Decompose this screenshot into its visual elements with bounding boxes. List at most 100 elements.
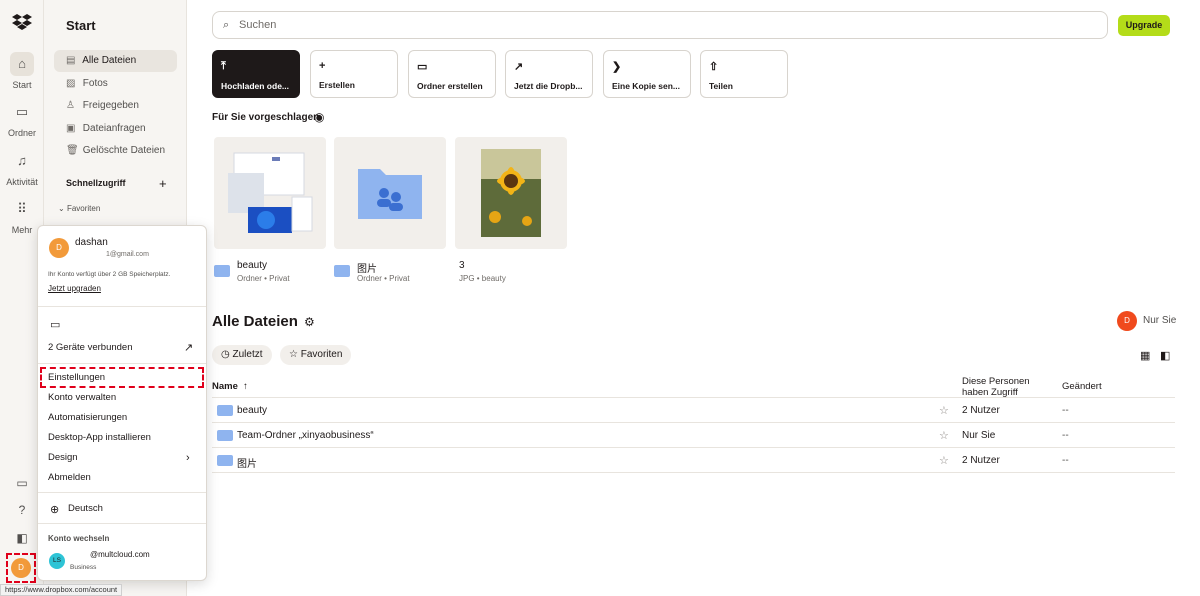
owner-label: Nur Sie — [1143, 315, 1177, 326]
install-desktop-app-item[interactable]: Desktop-App installieren — [48, 432, 151, 443]
sidebar-item-all-files[interactable]: ▤ Alle Dateien — [54, 50, 177, 72]
suggested-card-image-3[interactable] — [455, 137, 567, 249]
other-account-email[interactable]: @multcloud.com — [90, 550, 150, 559]
filter-recent[interactable]: ◷ Zuletzt — [212, 345, 272, 365]
upgrade-button[interactable]: Upgrade — [1118, 15, 1170, 36]
arrow-up-icon: ↑ — [240, 381, 248, 392]
divider — [212, 447, 1175, 448]
star-icon[interactable]: ☆ — [939, 454, 949, 467]
status-bar-url: https://www.dropbox.com/account — [0, 584, 123, 596]
suggested-card-pictures[interactable] — [334, 137, 446, 249]
transfer-icon: ❯ — [612, 61, 622, 73]
card-meta: Ordner • Privat — [237, 274, 290, 283]
chevron-down-icon: ⌄ — [58, 204, 65, 213]
search-icon: ⌕ — [223, 19, 230, 31]
owner-avatar: D — [1117, 311, 1137, 331]
file-row-modified: -- — [1062, 405, 1069, 416]
card-meta: Ordner • Privat — [357, 274, 410, 283]
card-name[interactable]: 3 — [459, 260, 465, 271]
upload-button[interactable]: ⤒ Hochladen ode... — [212, 50, 300, 98]
card-meta: JPG • beauty — [459, 274, 506, 283]
user-name: dashan — [75, 237, 108, 248]
filter-favorites[interactable]: ☆ Favoriten — [280, 345, 352, 365]
grid-icon: ⠿ — [17, 201, 27, 216]
favorites-label: Favoriten — [66, 204, 101, 213]
external-link-icon: ↗ — [514, 61, 524, 73]
folder-icon: ▭ — [15, 104, 29, 119]
open-dropbox-button[interactable]: ↗ Jetzt die Dropb... — [505, 50, 593, 98]
file-icon: ▤ — [66, 55, 76, 66]
send-copy-button[interactable]: ❯ Eine Kopie sen... — [603, 50, 691, 98]
avatar[interactable]: LS — [49, 553, 65, 569]
monitor-icon[interactable]: ▭ — [12, 473, 32, 493]
share-icon: ⇧ — [709, 61, 719, 73]
rail-label: Mehr — [11, 225, 33, 235]
connected-devices-item[interactable]: 2 Geräte verbunden — [48, 342, 133, 353]
file-row-name[interactable]: beauty — [237, 405, 267, 416]
user-email: 1@gmail.com — [106, 251, 149, 258]
account-avatar[interactable]: D — [11, 558, 31, 578]
file-row-name[interactable]: Team-Ordner „xinyaobusiness“ — [237, 430, 374, 441]
rail-label: Ordner — [7, 128, 36, 138]
panel-toggle-icon[interactable]: ◧ — [12, 528, 32, 548]
sidebar-item-shared[interactable]: ♙ Freigegeben — [54, 95, 177, 117]
image-icon: ▨ — [66, 78, 76, 89]
file-row-modified: -- — [1062, 455, 1069, 466]
action-label: Jetzt die Dropb... — [514, 81, 583, 91]
dropbox-logo-icon[interactable] — [12, 12, 32, 32]
globe-icon: ⊕ — [50, 504, 60, 516]
storage-info: Ihr Konto verfügt über 2 GB Speicherplat… — [48, 271, 171, 278]
design-item[interactable]: Design — [48, 452, 78, 463]
manage-account-item[interactable]: Konto verwalten — [48, 392, 116, 403]
folder-icon — [217, 430, 233, 441]
card-name[interactable]: beauty — [237, 260, 267, 271]
rail-item-activity[interactable]: ♫ Aktivität — [0, 149, 44, 187]
rail-item-folders[interactable]: ▭ Ordner — [0, 100, 44, 138]
divider — [38, 492, 206, 493]
upgrade-link[interactable]: Jetzt upgraden — [48, 284, 101, 293]
column-header-name[interactable]: Name ↑ — [212, 381, 248, 392]
chip-label: Zuletzt — [232, 349, 263, 360]
file-row-name[interactable]: 图片 — [237, 455, 257, 470]
favorites-toggle[interactable]: ⌄ Favoriten — [58, 204, 100, 213]
column-label: Name — [212, 381, 238, 392]
gear-icon[interactable]: ⚙ — [304, 315, 315, 329]
divider — [212, 472, 1175, 473]
star-icon[interactable]: ☆ — [939, 404, 949, 417]
sidebar-item-label: Dateianfragen — [82, 123, 146, 134]
automations-item[interactable]: Automatisierungen — [48, 412, 127, 423]
panel-view-icon[interactable]: ◧ — [1160, 349, 1170, 362]
bell-icon: ♫ — [17, 153, 27, 168]
star-icon[interactable]: ☆ — [939, 429, 949, 442]
search-input[interactable]: ⌕ Suchen — [212, 11, 1108, 39]
settings-item[interactable]: Einstellungen — [48, 372, 105, 383]
file-row-access: 2 Nutzer — [962, 455, 1000, 466]
sidebar-item-file-requests[interactable]: ▣ Dateianfragen — [54, 118, 177, 140]
clock-icon: ◷ — [221, 349, 230, 360]
external-link-icon[interactable]: ↗ — [184, 341, 193, 354]
create-folder-button[interactable]: ▭ Ordner erstellen — [408, 50, 496, 98]
file-row-access: Nur Sie — [962, 430, 996, 441]
suggested-card-beauty[interactable] — [214, 137, 326, 249]
column-header-modified[interactable]: Geändert — [1062, 381, 1102, 392]
file-row-modified: -- — [1062, 430, 1069, 441]
add-quick-access-button[interactable]: + — [159, 176, 167, 191]
sign-out-item[interactable]: Abmelden — [48, 472, 91, 483]
sidebar-item-photos[interactable]: ▨ Fotos — [54, 73, 177, 95]
sidebar-title: Start — [66, 18, 96, 33]
help-icon[interactable]: ? — [12, 500, 32, 520]
share-button[interactable]: ⇧ Teilen — [700, 50, 788, 98]
create-button[interactable]: + Erstellen — [310, 50, 398, 98]
eye-icon[interactable]: ◉ — [314, 110, 324, 124]
request-icon: ▣ — [66, 123, 76, 134]
language-item[interactable]: Deutsch — [68, 503, 103, 514]
account-avatar-highlight: D — [6, 553, 36, 583]
rail-item-start[interactable]: ⌂ Start — [0, 52, 44, 90]
column-header-access: Diese Personen haben Zugriff — [962, 376, 1030, 398]
rail-label: Aktivität — [6, 177, 38, 187]
sidebar-item-deleted[interactable]: 🗑 Gelöschte Dateien — [54, 140, 177, 162]
card-name[interactable]: 图片 — [357, 260, 377, 275]
page-title: Alle Dateien — [212, 313, 298, 330]
grid-view-icon[interactable]: ▦ — [1140, 349, 1150, 362]
divider — [212, 422, 1175, 423]
